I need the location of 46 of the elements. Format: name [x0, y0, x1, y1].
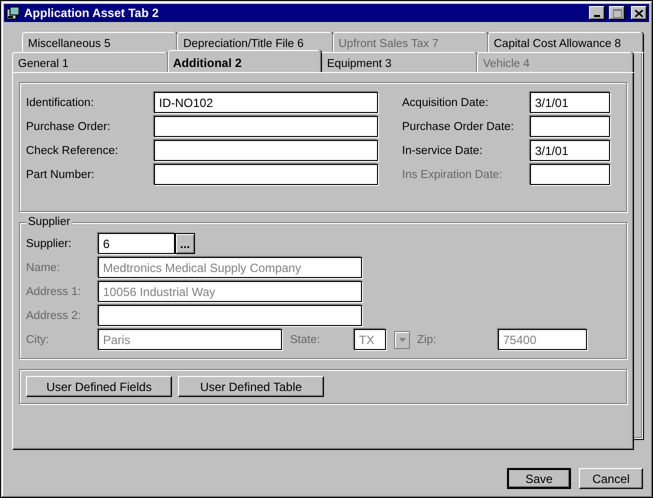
- tab[interactable]: Miscellaneous 5: [22, 32, 178, 52]
- dialog-button[interactable]: Cancel: [579, 468, 643, 489]
- field-label: Purchase Order:: [26, 120, 112, 132]
- tab[interactable]: Additional 2: [168, 50, 321, 72]
- text-field[interactable]: 3/1/01: [530, 92, 610, 113]
- text-field[interactable]: [154, 116, 378, 137]
- text-field[interactable]: 3/1/01: [530, 140, 610, 161]
- field-label: Purchase Order Date:: [402, 120, 515, 132]
- field-label: Ins Expiration Date:: [402, 168, 504, 180]
- window-title: Application Asset Tab 2: [24, 6, 160, 20]
- field-label: Zip:: [417, 334, 436, 346]
- app-icon: [6, 6, 20, 20]
- field-label: Name:: [26, 262, 61, 274]
- tab[interactable]: Depreciation/Title File 6: [177, 32, 332, 52]
- group-title: Supplier: [26, 216, 72, 228]
- caret-icon: [398, 338, 406, 342]
- field-label: Address 1:: [26, 286, 82, 298]
- field-label: Identification:: [26, 96, 95, 108]
- close-button[interactable]: [631, 6, 647, 20]
- field-label: City:: [26, 334, 50, 346]
- text-field[interactable]: [98, 305, 362, 326]
- lookup-button[interactable]: ...: [175, 233, 195, 254]
- maximize-button[interactable]: [609, 6, 625, 20]
- field-label: State:: [290, 334, 320, 346]
- tab[interactable]: General 1: [12, 52, 168, 72]
- field-label: Part Number:: [26, 168, 96, 180]
- dialog-button[interactable]: Save: [507, 468, 571, 489]
- close-icon: [635, 10, 643, 16]
- text-field[interactable]: ID-NO102: [154, 92, 378, 113]
- field-label: Acquisition Date:: [402, 96, 490, 108]
- field-label: Supplier:: [26, 238, 72, 250]
- field-label: Check Reference:: [26, 144, 120, 156]
- action-button[interactable]: User Defined Table: [178, 376, 324, 397]
- text-field[interactable]: [154, 164, 378, 185]
- minimize-button[interactable]: [589, 6, 605, 20]
- action-button[interactable]: User Defined Fields: [26, 376, 172, 397]
- tab[interactable]: Capital Cost Allowance 8: [488, 32, 643, 52]
- tab[interactable]: Equipment 3: [321, 52, 477, 72]
- text-field[interactable]: 6: [98, 233, 175, 254]
- text-field[interactable]: [530, 116, 610, 137]
- maximize-icon: [612, 8, 622, 18]
- field-label: Address 2:: [26, 310, 82, 322]
- dropdown-button[interactable]: [394, 330, 410, 348]
- text-field[interactable]: [154, 140, 378, 161]
- field-label: In-service Date:: [402, 144, 484, 156]
- text-field[interactable]: [530, 164, 610, 185]
